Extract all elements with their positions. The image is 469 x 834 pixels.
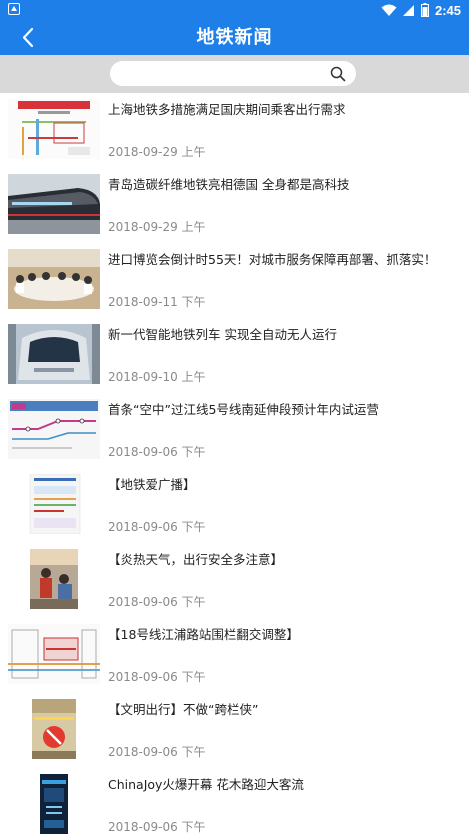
search-box[interactable] bbox=[110, 61, 356, 86]
news-title: 【炎热天气，出行安全多注意】 bbox=[108, 552, 284, 567]
news-item[interactable]: 【文明出行】不做“跨栏侠” 2018-09-06 下午 bbox=[0, 693, 469, 768]
news-date: 2018-09-06 下午 bbox=[108, 445, 206, 459]
news-date: 2018-09-10 上午 bbox=[108, 370, 206, 384]
search-input[interactable] bbox=[122, 64, 322, 83]
news-thumbnail bbox=[8, 699, 100, 759]
news-thumbnail bbox=[8, 774, 100, 834]
news-date: 2018-09-06 下午 bbox=[108, 595, 206, 609]
news-title: 【地铁爱广播】 bbox=[108, 477, 196, 492]
news-item[interactable]: 【地铁爱广播】 2018-09-06 下午 bbox=[0, 468, 469, 543]
news-title: ChinaJoy火爆开幕 花木路迎大客流 bbox=[108, 777, 304, 792]
news-thumbnail bbox=[8, 249, 100, 309]
battery-icon bbox=[420, 3, 429, 17]
search-bar bbox=[0, 55, 469, 93]
news-item[interactable]: 【炎热天气，出行安全多注意】 2018-09-06 下午 bbox=[0, 543, 469, 618]
news-thumbnail bbox=[8, 549, 100, 609]
news-item[interactable]: ChinaJoy火爆开幕 花木路迎大客流 2018-09-06 下午 bbox=[0, 768, 469, 834]
search-icon[interactable] bbox=[330, 66, 346, 82]
news-title: 【18号线江浦路站围栏翻交调整】 bbox=[108, 627, 299, 642]
news-item[interactable]: 上海地铁多措施满足国庆期间乘客出行需求 2018-09-29 上午 bbox=[0, 93, 469, 168]
news-thumbnail bbox=[8, 399, 100, 459]
news-thumbnail bbox=[8, 174, 100, 234]
news-thumbnail bbox=[8, 474, 100, 534]
news-item[interactable]: 青岛造碳纤维地铁亮相德国 全身都是高科技 2018-09-29 上午 bbox=[0, 168, 469, 243]
news-title: 青岛造碳纤维地铁亮相德国 全身都是高科技 bbox=[108, 177, 350, 192]
news-item[interactable]: 【18号线江浦路站围栏翻交调整】 2018-09-06 下午 bbox=[0, 618, 469, 693]
news-title: 新一代智能地铁列车 实现全自动无人运行 bbox=[108, 327, 337, 342]
news-item[interactable]: 进口博览会倒计时55天！对城市服务保障再部署、抓落实！ 2018-09-11 下… bbox=[0, 243, 469, 318]
news-date: 2018-09-06 下午 bbox=[108, 745, 206, 759]
status-time: 2:45 bbox=[434, 2, 461, 18]
notification-icon bbox=[8, 3, 20, 15]
news-date: 2018-09-06 下午 bbox=[108, 670, 206, 684]
status-bar: 2:45 bbox=[0, 0, 469, 20]
news-list: 上海地铁多措施满足国庆期间乘客出行需求 2018-09-29 上午 青岛造碳纤维… bbox=[0, 93, 469, 834]
news-date: 2018-09-29 上午 bbox=[108, 145, 206, 159]
news-title: 进口博览会倒计时55天！对城市服务保障再部署、抓落实！ bbox=[108, 252, 437, 267]
news-date: 2018-09-29 上午 bbox=[108, 220, 206, 234]
app-bar: 地铁新闻 bbox=[0, 20, 469, 55]
news-date: 2018-09-06 下午 bbox=[108, 520, 206, 534]
news-thumbnail bbox=[8, 624, 100, 684]
signal-icon bbox=[402, 4, 414, 16]
news-date: 2018-09-11 下午 bbox=[108, 295, 206, 309]
news-item[interactable]: 首条“空中”过江线5号线南延伸段预计年内试运营 2018-09-06 下午 bbox=[0, 393, 469, 468]
news-title: 首条“空中”过江线5号线南延伸段预计年内试运营 bbox=[108, 402, 379, 417]
page-title: 地铁新闻 bbox=[196, 27, 273, 48]
news-thumbnail bbox=[8, 324, 100, 384]
news-item[interactable]: 新一代智能地铁列车 实现全自动无人运行 2018-09-10 上午 bbox=[0, 318, 469, 393]
news-thumbnail bbox=[8, 99, 100, 159]
status-icons: 2:45 bbox=[381, 1, 461, 19]
wifi-icon bbox=[381, 4, 397, 16]
news-title: 上海地铁多措施满足国庆期间乘客出行需求 bbox=[108, 102, 346, 117]
news-title: 【文明出行】不做“跨栏侠” bbox=[108, 702, 259, 717]
news-date: 2018-09-06 下午 bbox=[108, 820, 206, 834]
